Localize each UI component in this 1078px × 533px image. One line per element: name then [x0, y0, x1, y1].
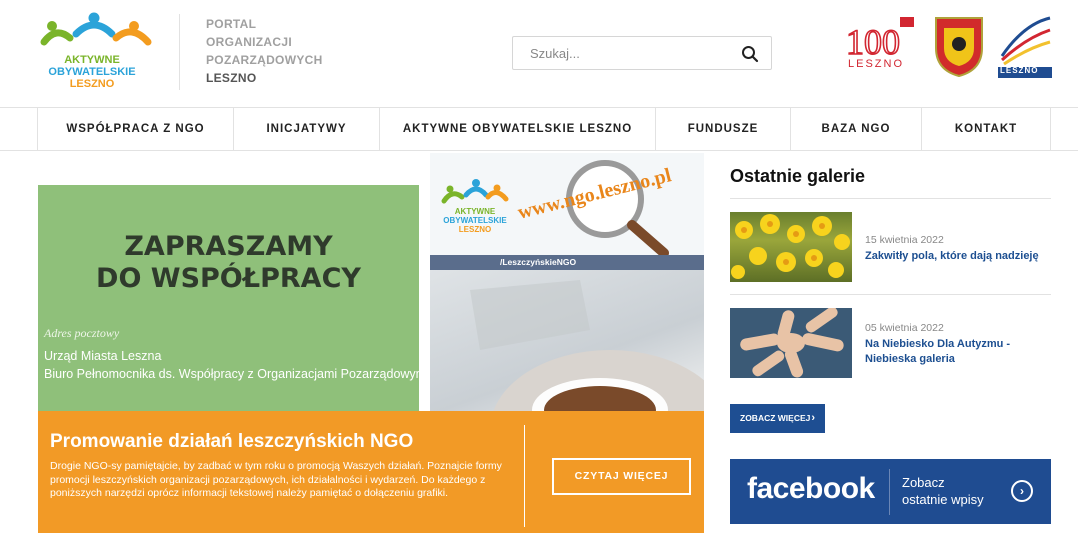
- coat-of-arms-logo[interactable]: [932, 14, 986, 78]
- header-divider: [179, 14, 180, 90]
- gallery-title-link[interactable]: Zakwitły pola, które dają nadzieję: [865, 249, 1051, 264]
- logo-line2: OBYWATELSKIE: [48, 66, 136, 78]
- invite-heading: ZAPRASZAMY DO WSPÓŁPRACY: [96, 231, 361, 294]
- leszno-development-logo[interactable]: LESZNO: [998, 16, 1052, 78]
- galleries-heading: Ostatnie galerie: [730, 166, 866, 186]
- social-handle: /LeszczyńskieNGO: [430, 255, 704, 270]
- nav-item-baza-ngo[interactable]: BAZA NGO: [790, 108, 921, 150]
- main-navigation: WSPÓŁPRACA Z NGO INICJATYWY AKTYWNE OBYW…: [0, 107, 1078, 151]
- svg-text:100: 100: [846, 22, 900, 62]
- facebook-cta-text: Zobacz ostatnie wpisy: [902, 475, 984, 507]
- hero-slider[interactable]: ZAPRASZAMY DO WSPÓŁPRACY Adres pocztowy …: [38, 153, 704, 533]
- gallery-date: 05 kwietnia 2022: [865, 322, 944, 334]
- address-label: Adres pocztowy: [44, 326, 120, 340]
- search-icon[interactable]: [741, 45, 759, 63]
- gallery-title-link[interactable]: Na Niebiesko Dla Autyzmu - Niebieska gal…: [865, 337, 1051, 367]
- leszno-100-logo[interactable]: 100 LESZNO: [842, 14, 922, 78]
- address-line2: Biuro Pełnomocnika ds. Współpracy z Orga…: [44, 367, 429, 381]
- gallery-thumbnail-daffodils[interactable]: [730, 212, 852, 282]
- facebook-logo: facebook: [747, 472, 875, 505]
- gallery-date: 15 kwietnia 2022: [865, 234, 944, 246]
- promo-banner: Promowanie działań leszczyńskich NGO Dro…: [38, 411, 704, 533]
- logo-figures-icon: [40, 12, 152, 46]
- nav-item-fundusze[interactable]: FUNDUSZE: [655, 108, 790, 150]
- search-input[interactable]: [513, 37, 733, 69]
- see-more-button[interactable]: ZOBACZ WIĘCEJ ›: [730, 404, 825, 433]
- facebook-divider: [889, 469, 890, 515]
- gallery-divider: [730, 294, 1051, 295]
- promo-body: Drogie NGO-sy pamiętajcie, by zadbać w t…: [50, 460, 502, 499]
- galleries-rule: [730, 198, 1051, 199]
- gallery-thumbnail-autism[interactable]: [730, 308, 852, 378]
- nav-item-inicjatywy[interactable]: INICJATYWY: [233, 108, 379, 150]
- facebook-banner[interactable]: facebook Zobacz ostatnie wpisy ›: [730, 459, 1051, 524]
- search-box: [512, 36, 772, 70]
- promo-title: Promowanie działań leszczyńskich NGO: [50, 431, 414, 452]
- photo-logo-icon: [441, 179, 509, 204]
- daffodils-image: [731, 214, 850, 279]
- hands-circle-image: [730, 308, 852, 378]
- circle-arrow-right-icon[interactable]: ›: [1011, 480, 1033, 502]
- nav-item-kontakt[interactable]: KONTAKT: [921, 108, 1051, 150]
- read-more-button[interactable]: CZYTAJ WIĘCEJ: [552, 458, 691, 495]
- logo-line1: AKTYWNE: [64, 54, 120, 66]
- address-line1: Urząd Miasta Leszna: [44, 349, 162, 363]
- promo-divider: [524, 425, 525, 527]
- logo-line3: LESZNO: [69, 78, 115, 90]
- chevron-right-icon: ›: [811, 412, 815, 424]
- nav-item-aktywne[interactable]: AKTYWNE OBYWATELSKIE LESZNO: [379, 108, 655, 150]
- site-header: AKTYWNE OBYWATELSKIE LESZNO PORTAL ORGAN…: [0, 0, 1078, 107]
- nav-item-wspolpraca[interactable]: WSPÓŁPRACA Z NGO: [37, 108, 233, 150]
- site-logo[interactable]: AKTYWNE OBYWATELSKIE LESZNO: [36, 12, 156, 94]
- portal-title: PORTAL ORGANIZACJI POZARZĄDOWYCH LESZNO: [206, 17, 323, 85]
